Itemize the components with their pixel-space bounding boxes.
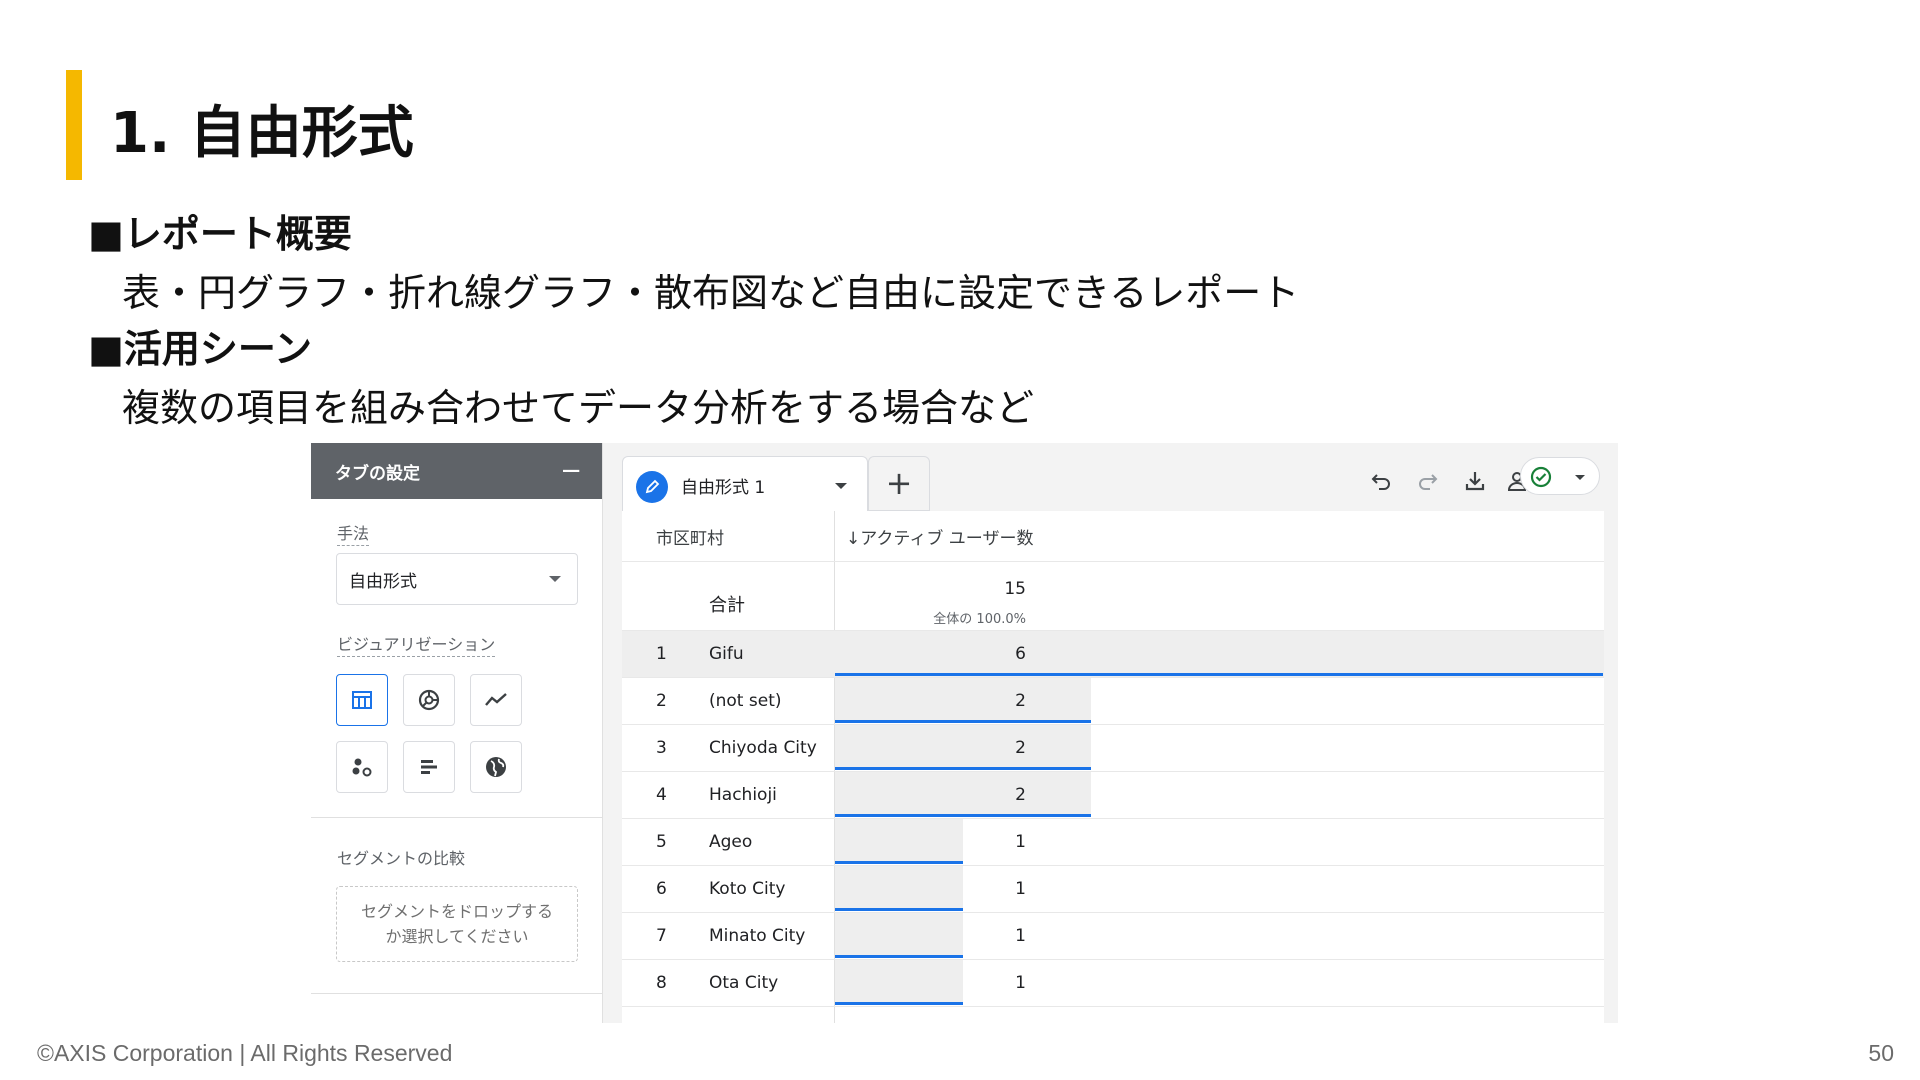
undo-icon	[1371, 474, 1390, 490]
download-button[interactable]	[1459, 465, 1491, 497]
row-index: 1	[656, 644, 667, 664]
tab-label: 自由形式 1	[681, 478, 766, 498]
row-city: Ageo	[709, 832, 753, 852]
row-city: Ota City	[709, 973, 779, 993]
row-index: 6	[656, 879, 667, 899]
segment-compare-label: セグメントの比較	[337, 849, 466, 868]
method-label: 手法	[337, 520, 370, 546]
table-row[interactable]: 4 Hachioji 2	[622, 772, 1604, 819]
row-active-users: 6	[1015, 644, 1026, 664]
table-row[interactable]: 6 Koto City 1	[622, 866, 1604, 913]
row-city: Chiyoda City	[709, 738, 817, 758]
table-row[interactable]: 2 (not set) 2	[622, 678, 1604, 725]
table-row[interactable]: 7 Minato City 1	[622, 913, 1604, 960]
scatter-chart-icon	[352, 758, 372, 777]
row-divider	[622, 1006, 1604, 1007]
row-active-users: 1	[1015, 832, 1026, 852]
viz-donut-button[interactable]	[403, 674, 455, 726]
total-label: 合計	[709, 595, 745, 616]
page-number: 50	[1868, 1040, 1894, 1066]
segment-drop-text-2: か選択してください	[385, 927, 529, 946]
visualization-label: ビジュアリゼーション	[337, 631, 496, 657]
row-active-users: 1	[1015, 879, 1026, 899]
row-index: 5	[656, 832, 667, 852]
method-select-value: 自由形式	[349, 571, 417, 592]
slide: 1. 自由形式 ■レポート概要 表・円グラフ・折れ線グラフ・散布図など自由に設定…	[0, 0, 1920, 1080]
tab-settings-title: タブの設定	[335, 463, 420, 484]
method-select[interactable]: 自由形式	[336, 553, 578, 605]
add-tab-button[interactable]: +	[868, 456, 930, 511]
tab-free-form-1[interactable]: 自由形式 1	[622, 456, 868, 511]
download-icon	[1465, 472, 1485, 491]
viz-table-button[interactable]	[336, 674, 388, 726]
chevron-down-icon	[549, 576, 561, 582]
row-active-users: 1	[1015, 926, 1026, 946]
bar-chart-icon	[421, 760, 437, 774]
section-heading-overview: ■レポート概要	[88, 212, 352, 256]
tab-settings-panel: タブの設定 − 手法 自由形式 ビジュアリゼーション セグメントの比較 セグメン…	[311, 443, 603, 1023]
viz-scatter-button[interactable]	[336, 741, 388, 793]
pencil-icon	[645, 479, 660, 494]
table-row[interactable]: 1 Gifu 6	[622, 631, 1604, 678]
row-index: 4	[656, 785, 667, 805]
row-active-users: 2	[1015, 691, 1026, 711]
viz-geo-button[interactable]	[470, 741, 522, 793]
viz-line-button[interactable]	[470, 674, 522, 726]
collapse-button[interactable]: −	[560, 458, 582, 484]
viz-bar-button[interactable]	[403, 741, 455, 793]
section-body-overview: 表・円グラフ・折れ線グラフ・散布図など自由に設定できるレポート	[122, 271, 1300, 315]
line-chart-icon	[485, 693, 507, 706]
segment-drop-zone[interactable]: セグメントをドロップする か選択してください	[336, 886, 578, 962]
copyright: ©AXIS Corporation | All Rights Reserved	[37, 1040, 453, 1066]
row-city: Gifu	[709, 644, 744, 664]
globe-icon	[486, 757, 506, 777]
row-city: Hachioji	[709, 785, 777, 805]
redo-button[interactable]	[1412, 465, 1444, 497]
panel-divider	[311, 817, 603, 818]
chevron-down-icon	[1575, 475, 1585, 480]
tab-settings-header[interactable]: タブの設定 −	[311, 443, 602, 499]
title-accent-bar	[66, 70, 82, 180]
redo-icon	[1419, 474, 1438, 490]
page-title: 1. 自由形式	[110, 101, 414, 166]
section-body-usage: 複数の項目を組み合わせてデータ分析をする場合など	[122, 386, 1035, 430]
donut-chart-icon	[418, 689, 440, 711]
total-value: 15	[1004, 579, 1026, 599]
segment-drop-text-1: セグメントをドロップする	[360, 902, 553, 921]
report-table: 市区町村 ↓アクティブ ユーザー数 合計 15 全体の 100.0% 1 Gifu…	[622, 511, 1604, 1023]
panel-divider	[311, 993, 603, 994]
report-screenshot: タブの設定 − 手法 自由形式 ビジュアリゼーション セグメントの比較 セグメン…	[311, 443, 1618, 1023]
chevron-down-icon[interactable]	[835, 483, 847, 489]
row-index: 2	[656, 691, 667, 711]
status-dropdown[interactable]	[1520, 457, 1600, 495]
row-active-users: 2	[1015, 785, 1026, 805]
row-city: Minato City	[709, 926, 806, 946]
section-heading-usage: ■活用シーン	[88, 327, 313, 371]
table-row[interactable]: 8 Ota City 1	[622, 960, 1604, 1007]
undo-button[interactable]	[1365, 465, 1397, 497]
row-city: Koto City	[709, 879, 786, 899]
report-canvas: 自由形式 1 + 市区町村 ↓アクティブ ユーザー数 合計 15 全体の 100…	[603, 443, 1618, 1023]
row-active-users: 1	[1015, 973, 1026, 993]
edit-tab-button[interactable]	[636, 471, 668, 503]
row-index: 3	[656, 738, 667, 758]
row-index: 7	[656, 926, 667, 946]
check-circle-icon	[1530, 466, 1552, 488]
total-share: 全体の 100.0%	[933, 612, 1026, 627]
row-active-users: 2	[1015, 738, 1026, 758]
row-city: (not set)	[709, 691, 782, 711]
table-icon	[352, 691, 372, 709]
row-index: 8	[656, 973, 667, 993]
table-row[interactable]: 3 Chiyoda City 2	[622, 725, 1604, 772]
column-header-city[interactable]: 市区町村	[656, 511, 724, 561]
row-divider	[622, 561, 1604, 562]
column-header-active-users[interactable]: ↓アクティブ ユーザー数	[846, 511, 1033, 561]
table-row[interactable]: 5 Ageo 1	[622, 819, 1604, 866]
